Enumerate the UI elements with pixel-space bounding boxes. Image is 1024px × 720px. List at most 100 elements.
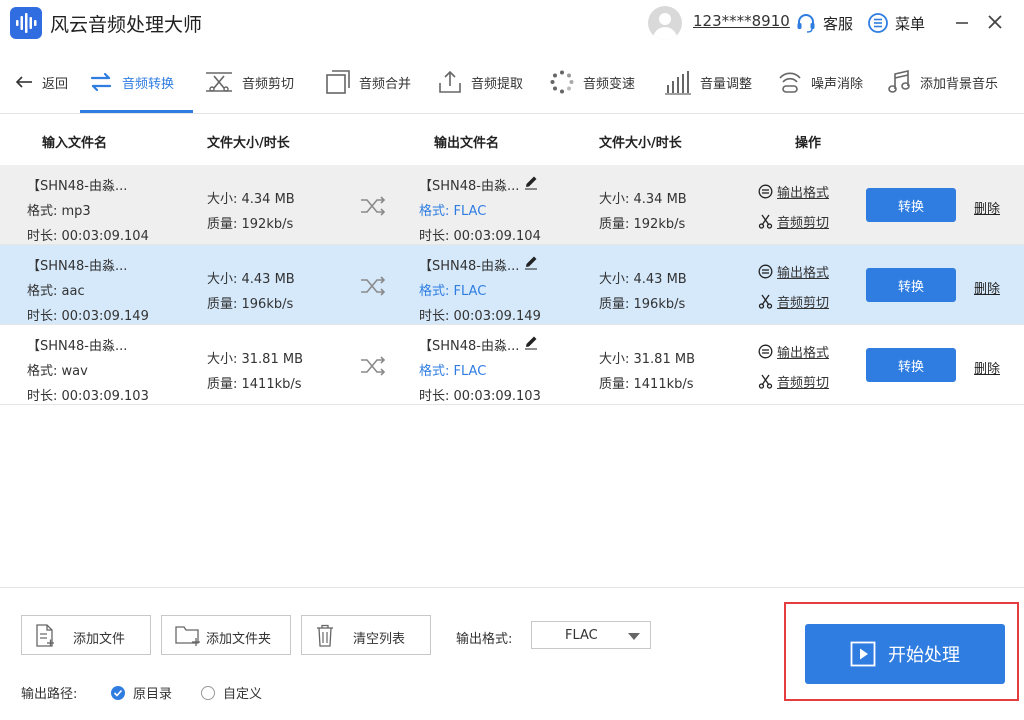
input-size: 大小: 31.81 MB — [207, 352, 303, 367]
back-button[interactable]: 返回 — [14, 66, 68, 98]
output-filename[interactable]: 【SHN48-由淼... — [419, 335, 519, 354]
add-file-icon — [36, 624, 54, 647]
input-duration: 时长: 00:03:09.149 — [27, 309, 149, 324]
input-filename: 【SHN48-由淼... — [27, 259, 128, 274]
tab-audio-cut[interactable]: 音频剪切 — [204, 66, 294, 98]
customer-service-button[interactable]: 客服 — [795, 11, 853, 35]
noise-wave-icon — [779, 72, 801, 93]
output-format: 格式: FLAC — [419, 204, 487, 219]
output-path-label: 输出路径: — [21, 687, 78, 702]
tool-navbar: 返回 音频转换 音频剪切 音频合并 音频提取 音频变速 音量调整 噪声消除 添加… — [0, 52, 1024, 114]
col-input-size-duration: 文件大小/时长 — [207, 136, 290, 151]
radio-original-directory[interactable]: 原目录 — [111, 683, 172, 702]
output-duration: 时长: 00:03:09.149 — [419, 309, 541, 324]
merge-squares-icon — [326, 70, 350, 94]
delete-link[interactable]: 删除 — [974, 278, 1000, 297]
output-quality: 质量: 196kb/s — [599, 297, 686, 312]
audio-cut-label: 音频剪切 — [777, 296, 830, 311]
output-quality: 质量: 1411kb/s — [599, 377, 694, 392]
output-format-label: 输出格式 — [777, 346, 830, 361]
tab-audio-extract[interactable]: 音频提取 — [437, 66, 523, 98]
scissors-icon — [758, 214, 773, 229]
audio-cut-link[interactable]: 音频剪切 — [758, 372, 829, 391]
menu-button[interactable]: 菜单 — [867, 11, 925, 35]
menu-list-icon — [868, 13, 888, 33]
add-folder-button[interactable]: 添加文件夹 — [161, 615, 291, 655]
radio-custom-label: 自定义 — [223, 687, 263, 702]
output-format-link[interactable]: 输出格式 — [758, 262, 829, 281]
back-label: 返回 — [42, 76, 69, 92]
tab-volume-adjust[interactable]: 音量调整 — [664, 66, 752, 98]
convert-button[interactable]: 转换 — [866, 348, 956, 382]
table-row[interactable]: 【SHN48-由淼... 格式: mp3 时长: 00:03:09.104 大小… — [0, 165, 1024, 245]
output-format: 格式: FLAC — [419, 364, 487, 379]
input-duration: 时长: 00:03:09.103 — [27, 389, 149, 404]
audio-cut-label: 音频剪切 — [777, 376, 830, 391]
arrow-left-icon — [15, 76, 32, 88]
output-format-dropdown[interactable]: FLAC — [531, 621, 651, 649]
audio-cut-link[interactable]: 音频剪切 — [758, 292, 829, 311]
input-quality: 质量: 1411kb/s — [207, 377, 302, 392]
convert-button[interactable]: 转换 — [866, 268, 956, 302]
output-format: 格式: FLAC — [419, 284, 487, 299]
play-box-icon — [850, 641, 876, 667]
tab-audio-convert[interactable]: 音频转换 — [88, 66, 174, 98]
col-output-filename: 输出文件名 — [434, 136, 500, 151]
app-title: 风云音频处理大师 — [50, 14, 203, 36]
clear-list-button[interactable]: 清空列表 — [301, 615, 431, 655]
add-folder-label: 添加文件夹 — [206, 632, 272, 647]
tab-audio-speed[interactable]: 音频变速 — [549, 66, 635, 98]
audio-cut-link[interactable]: 音频剪切 — [758, 212, 829, 231]
convert-button[interactable]: 转换 — [866, 188, 956, 222]
clear-list-label: 清空列表 — [353, 632, 406, 647]
col-actions: 操作 — [795, 136, 822, 151]
tab-noise-removal[interactable]: 噪声消除 — [777, 66, 863, 98]
format-swap-icon — [758, 344, 773, 359]
add-file-label: 添加文件 — [73, 632, 126, 647]
output-size: 大小: 4.43 MB — [599, 272, 687, 287]
delete-link[interactable]: 删除 — [974, 198, 1000, 217]
radio-custom-directory[interactable]: 自定义 — [201, 683, 262, 702]
input-quality: 质量: 196kb/s — [207, 297, 294, 312]
input-filename: 【SHN48-由淼... — [27, 179, 128, 194]
input-filename: 【SHN48-由淼... — [27, 339, 128, 354]
pencil-edit-icon[interactable] — [523, 174, 539, 190]
output-filename[interactable]: 【SHN48-由淼... — [419, 255, 519, 274]
user-avatar[interactable] — [648, 6, 682, 40]
radio-checked-icon — [111, 685, 125, 700]
add-folder-icon — [175, 626, 200, 646]
pencil-edit-icon[interactable] — [523, 334, 539, 350]
output-format-label: 输出格式: — [456, 632, 513, 647]
file-table-header: 输入文件名 文件大小/时长 输出文件名 文件大小/时长 操作 — [0, 115, 1024, 165]
user-account-link[interactable]: 123****8910 — [693, 12, 790, 30]
close-button[interactable] — [983, 10, 1007, 34]
speed-dots-icon — [550, 70, 574, 94]
table-row[interactable]: 【SHN48-由淼... 格式: wav 时长: 00:03:09.103 大小… — [0, 325, 1024, 405]
start-processing-label: 开始处理 — [888, 645, 960, 666]
output-filename[interactable]: 【SHN48-由淼... — [419, 175, 519, 194]
convert-arrows-icon — [90, 72, 112, 92]
input-format: 格式: aac — [27, 284, 85, 299]
tab-label: 音频提取 — [471, 76, 524, 92]
start-processing-button[interactable]: 开始处理 — [805, 624, 1005, 684]
input-quality: 质量: 192kb/s — [207, 217, 294, 232]
tab-add-background-music[interactable]: 添加背景音乐 — [886, 66, 998, 98]
minimize-button[interactable] — [950, 10, 974, 34]
output-format-link[interactable]: 输出格式 — [758, 342, 829, 361]
table-row[interactable]: 【SHN48-由淼... 格式: aac 时长: 00:03:09.149 大小… — [0, 245, 1024, 325]
output-format-link[interactable]: 输出格式 — [758, 182, 829, 201]
add-file-button[interactable]: 添加文件 — [21, 615, 151, 655]
app-logo-icon — [10, 7, 42, 39]
tab-audio-merge[interactable]: 音频合并 — [325, 66, 411, 98]
input-format: 格式: wav — [27, 364, 88, 379]
delete-link[interactable]: 删除 — [974, 358, 1000, 377]
pencil-edit-icon[interactable] — [523, 254, 539, 270]
tab-label: 噪声消除 — [811, 76, 864, 92]
format-swap-icon — [758, 264, 773, 279]
tab-label: 音量调整 — [700, 76, 753, 92]
upload-extract-icon — [439, 70, 461, 93]
output-quality: 质量: 192kb/s — [599, 217, 686, 232]
music-note-icon — [888, 69, 910, 93]
tab-label: 音频剪切 — [242, 76, 295, 92]
customer-service-label: 客服 — [823, 14, 854, 33]
